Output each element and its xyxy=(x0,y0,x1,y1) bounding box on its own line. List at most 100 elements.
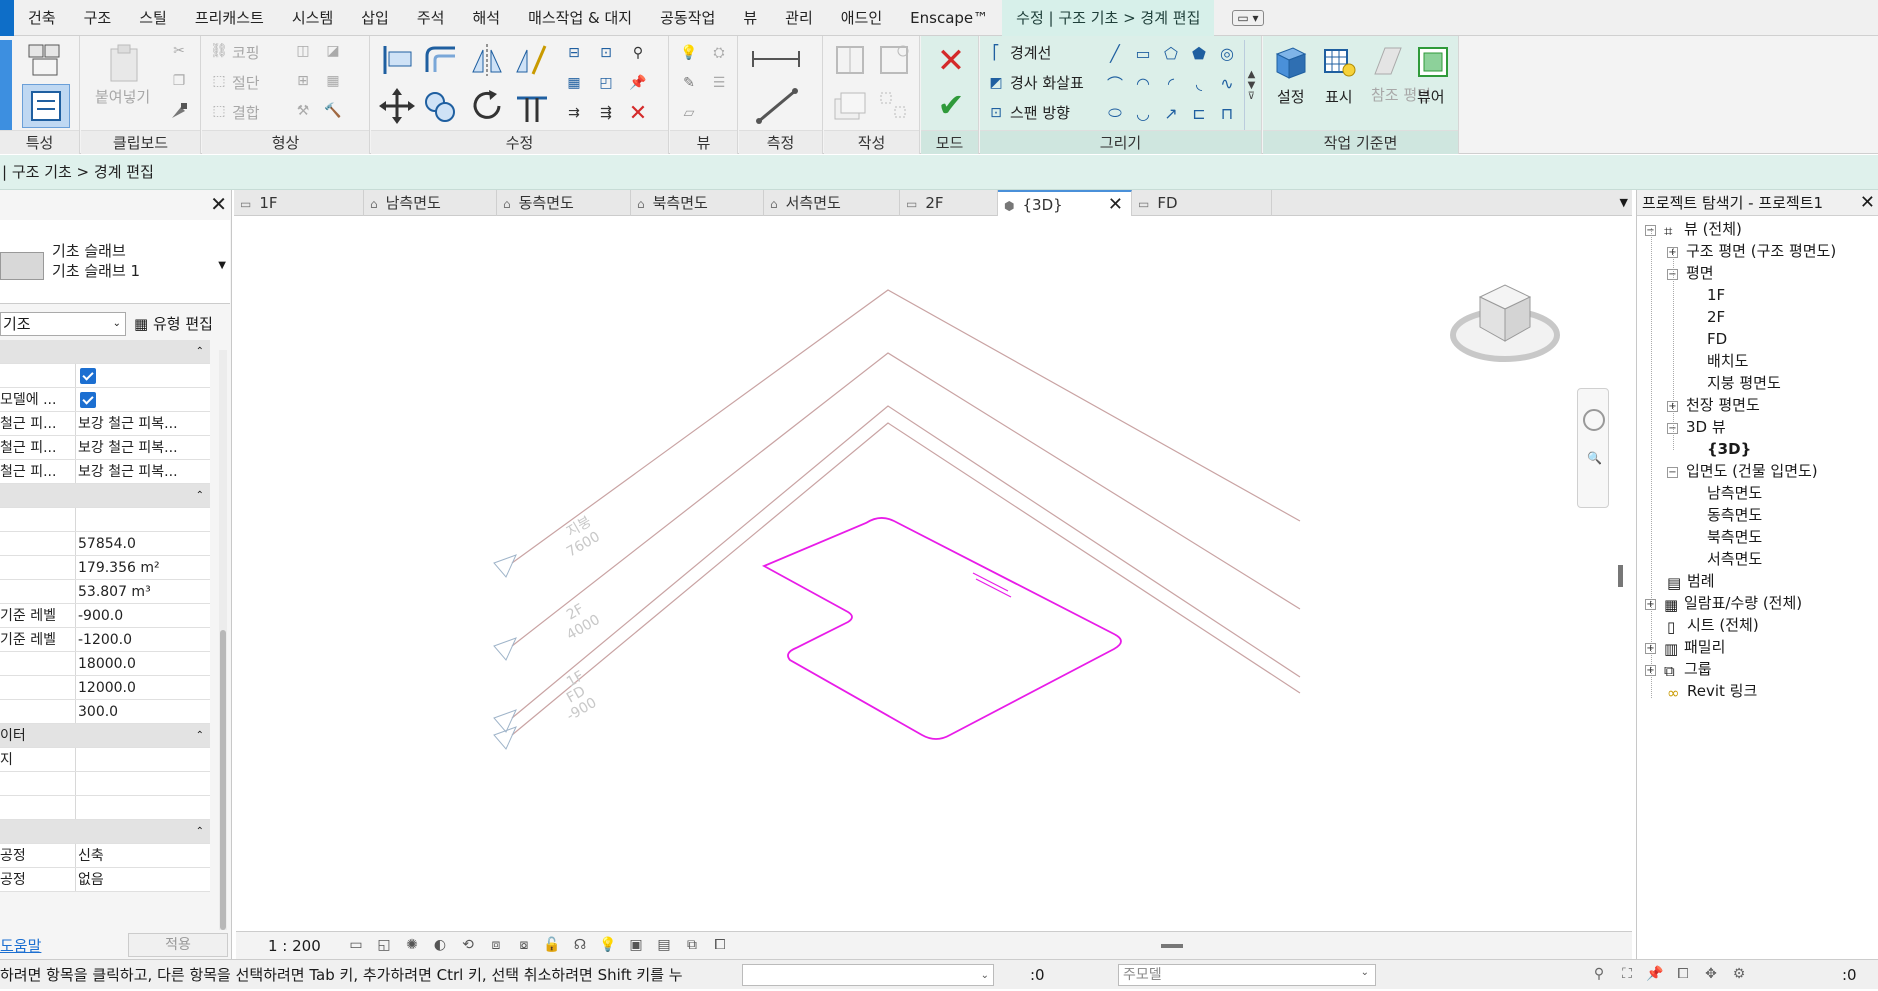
context-tab-modify-boundary[interactable]: 수정 | 구조 기초 > 경계 편집 xyxy=(1002,0,1215,36)
property-value[interactable]: 신축 xyxy=(76,844,210,867)
create-parts-icon[interactable] xyxy=(830,40,870,80)
tree-node-schedules[interactable]: + ▦ 일람표/수량 (전체) xyxy=(1645,592,1802,614)
detail-level-icon[interactable]: ▭ xyxy=(346,936,366,954)
collapse-icon[interactable]: − xyxy=(1645,225,1656,236)
rotate-icon[interactable] xyxy=(467,86,507,126)
boundary-line-label[interactable]: 경계선 xyxy=(1010,42,1051,63)
zoom-icon[interactable]: 🔍 xyxy=(1587,451,1603,467)
graphics-icon[interactable]: ▱ xyxy=(676,100,702,126)
expand-icon[interactable]: + xyxy=(1667,401,1678,412)
select-by-face-icon[interactable]: ⧠ xyxy=(1674,964,1692,984)
scale-icon[interactable]: ◰ xyxy=(593,70,619,96)
span-direction-symbol[interactable] xyxy=(972,572,1012,598)
collapse-icon[interactable]: ⌃ xyxy=(196,340,204,364)
copy-element-icon[interactable] xyxy=(421,86,461,126)
fillet-arc-icon[interactable]: ◟ xyxy=(1186,70,1212,96)
trim-extend-icon[interactable] xyxy=(511,86,551,126)
slab-sketch-boundary[interactable] xyxy=(761,517,1122,740)
view-tab[interactable]: ▭ 2F xyxy=(900,190,998,216)
override-graphics-icon[interactable]: ⛭ xyxy=(706,40,732,66)
create-group-icon[interactable] xyxy=(874,86,914,126)
start-end-arc-icon[interactable]: ⌒ xyxy=(1102,70,1128,96)
property-group-header[interactable]: 이터 ⌃ xyxy=(0,724,210,748)
view-tab[interactable]: ⌂ 북측면도 xyxy=(631,190,764,216)
menu-item[interactable]: 프리캐스트 xyxy=(181,0,278,36)
canvas-vertical-scroll-thumb[interactable] xyxy=(1618,565,1623,587)
dimension-icon[interactable] xyxy=(747,86,807,126)
tangent-arc-icon[interactable]: ◜ xyxy=(1158,70,1184,96)
boundary-line-icon[interactable]: ⎡ xyxy=(986,42,1006,64)
create-similar-icon[interactable] xyxy=(830,86,870,126)
tree-node-site-plan[interactable]: 배치도 xyxy=(1707,350,1748,372)
property-value[interactable]: -900.0 xyxy=(76,604,210,627)
highlight-displacement-icon[interactable]: ⧠ xyxy=(710,936,730,954)
split-gap-icon[interactable]: ⊡ xyxy=(593,40,619,66)
property-value[interactable] xyxy=(76,772,210,795)
menu-item[interactable]: Enscape™ xyxy=(896,0,1002,36)
collapse-icon[interactable]: − xyxy=(1667,423,1678,434)
instance-filter-select[interactable]: 기조 ⌄ xyxy=(0,312,126,336)
close-tab-icon[interactable]: ✕ xyxy=(1108,192,1123,218)
line-icon[interactable]: ╱ xyxy=(1102,40,1128,66)
cut-icon[interactable]: ✂ xyxy=(167,40,191,62)
unpin-icon[interactable]: ⚲ xyxy=(625,40,651,66)
finish-edit-icon[interactable]: ✔ xyxy=(931,86,971,124)
tree-node-3d-views[interactable]: −3D 뷰 xyxy=(1667,416,1726,438)
view-tab[interactable]: ⌂ 남측면도 xyxy=(364,190,497,216)
property-value[interactable]: 보강 철근 피복... xyxy=(76,460,210,483)
analytical-model-icon[interactable]: ⧉ xyxy=(682,936,702,954)
tree-node-elevations[interactable]: − 입면도 (건물 입면도) xyxy=(1667,460,1818,482)
view-tab[interactable]: ▭ FD xyxy=(1132,190,1272,216)
rectangle-icon[interactable]: ▭ xyxy=(1130,40,1156,66)
split-element-icon[interactable]: ⊟ xyxy=(561,40,587,66)
worksharing-display-icon[interactable]: ▤ xyxy=(654,936,674,954)
pick-lines-icon[interactable]: ↗ xyxy=(1158,100,1184,126)
menu-item[interactable]: 뷰 xyxy=(729,0,771,36)
properties-scroll-thumb[interactable] xyxy=(220,630,226,930)
select-links-icon[interactable]: ⚲ xyxy=(1590,964,1608,984)
menu-item[interactable]: 관리 xyxy=(771,0,827,36)
collapse-icon[interactable]: ⌃ xyxy=(196,724,204,748)
quick-access-dropdown[interactable]: ▭ ▾ xyxy=(1232,9,1264,26)
menu-item[interactable]: 건축 xyxy=(14,0,70,36)
menu-item[interactable]: 공동작업 xyxy=(646,0,729,36)
circumscribed-polygon-icon[interactable]: ⬟ xyxy=(1186,40,1212,66)
slope-arrow-icon[interactable]: ◩ xyxy=(986,72,1006,94)
collapse-icon[interactable]: ⌃ xyxy=(196,820,204,844)
collapse-icon[interactable]: − xyxy=(1667,269,1678,280)
checkbox-checked-icon[interactable] xyxy=(80,368,96,384)
unlock-3d-icon[interactable]: 🔓 xyxy=(542,936,562,954)
delete-icon[interactable]: ✕ xyxy=(625,100,651,126)
type-selector-dropdown-icon[interactable]: ▼ xyxy=(218,260,226,271)
shadows-icon[interactable]: ◐ xyxy=(430,936,450,954)
pick-walls-icon[interactable]: ⊏ xyxy=(1186,100,1212,126)
select-underlay-icon[interactable]: ⛶ xyxy=(1618,964,1636,984)
render-icon[interactable]: ⟲ xyxy=(458,936,478,954)
checkbox-checked-icon[interactable] xyxy=(80,392,96,408)
steering-wheel-icon[interactable] xyxy=(1583,409,1605,431)
type-selector[interactable]: 기초 슬래브 기초 슬래브 1 ▼ xyxy=(0,220,230,304)
show-workplane-icon[interactable] xyxy=(1319,42,1359,82)
expand-icon[interactable]: + xyxy=(1667,247,1678,258)
property-value[interactable] xyxy=(76,364,210,387)
property-value[interactable]: 57854.0 xyxy=(76,532,210,555)
properties-icon[interactable] xyxy=(22,84,70,128)
property-value[interactable]: 53.807 m³ xyxy=(76,580,210,603)
pin-icon[interactable]: 📌 xyxy=(625,70,651,96)
match-properties-icon[interactable] xyxy=(167,100,191,122)
tree-node-sheets[interactable]: ▯ 시트 (전체) xyxy=(1667,614,1759,636)
show-crop-icon[interactable]: ⧇ xyxy=(514,936,534,954)
slope-arrow-label[interactable]: 경사 화살표 xyxy=(1010,72,1084,93)
menu-item[interactable]: 애드인 xyxy=(827,0,896,36)
tree-node-views[interactable]: − ⌗ 뷰 (전체) xyxy=(1645,218,1742,240)
tree-node-elev-north[interactable]: 북측면도 xyxy=(1707,526,1762,548)
collapse-icon[interactable]: − xyxy=(1667,467,1678,478)
hide-element-icon[interactable]: 💡 xyxy=(676,40,702,66)
expand-icon[interactable]: + xyxy=(1645,643,1656,654)
tabs-menu-icon[interactable]: ▼ xyxy=(1620,190,1628,216)
tree-node-plan-fd[interactable]: FD xyxy=(1707,328,1727,350)
property-group-header[interactable]: ⌃ xyxy=(0,484,210,508)
properties-help-link[interactable]: 도움말 xyxy=(0,935,41,956)
pick-supports-icon[interactable]: ⊓ xyxy=(1214,100,1240,126)
paste-icon[interactable] xyxy=(101,42,149,86)
